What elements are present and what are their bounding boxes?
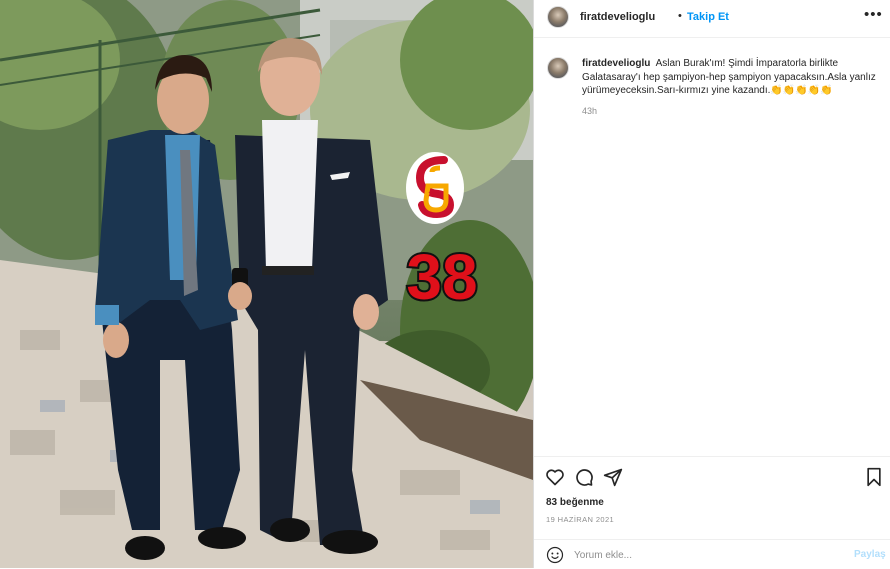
header-separator: • [678,10,682,22]
follow-button[interactable]: Takip Et [687,11,729,23]
caption-time[interactable]: 43h [582,106,597,116]
post-header: firatdevelioglu • Takip Et ••• [534,0,890,38]
heart-icon[interactable] [545,467,565,487]
caption-emoji: 👏👏👏👏👏 [770,85,833,96]
caption-username[interactable]: firatdevelioglu [582,58,650,69]
post-photo[interactable]: 1905 38 [0,0,533,568]
comment-icon[interactable] [574,467,594,487]
bookmark-icon[interactable] [864,467,884,487]
action-bar: 83 beğenme 19 HAZİRAN 2021 Paylaş [534,456,890,568]
post-sidebar: firatdevelioglu • Takip Et ••• firatdeve… [533,0,890,568]
share-icon[interactable] [603,467,623,487]
emoji-icon[interactable] [546,546,564,564]
more-options-icon[interactable]: ••• [864,6,883,24]
caption-avatar[interactable] [547,57,569,79]
comment-input[interactable] [574,547,814,563]
author-avatar[interactable] [547,6,569,28]
photo-illustration: 1905 38 [0,0,533,568]
instagram-post-modal: 1905 38 firatdevelioglu • Takip Et ••• f… [0,0,890,568]
likes-count[interactable]: 83 beğenme [546,497,604,508]
badge-year: 1905 [428,192,442,198]
galatasaray-badge: 1905 [406,152,464,224]
author-username[interactable]: firatdevelioglu [580,11,655,23]
number-overlay: 38 [406,241,477,313]
comment-bar: Paylaş [534,539,890,569]
post-comment-button[interactable]: Paylaş [854,549,886,560]
post-date: 19 HAZİRAN 2021 [546,515,615,524]
post-caption: firatdevelioglu Aslan Burak'ım! Şimdi İm… [582,57,878,98]
